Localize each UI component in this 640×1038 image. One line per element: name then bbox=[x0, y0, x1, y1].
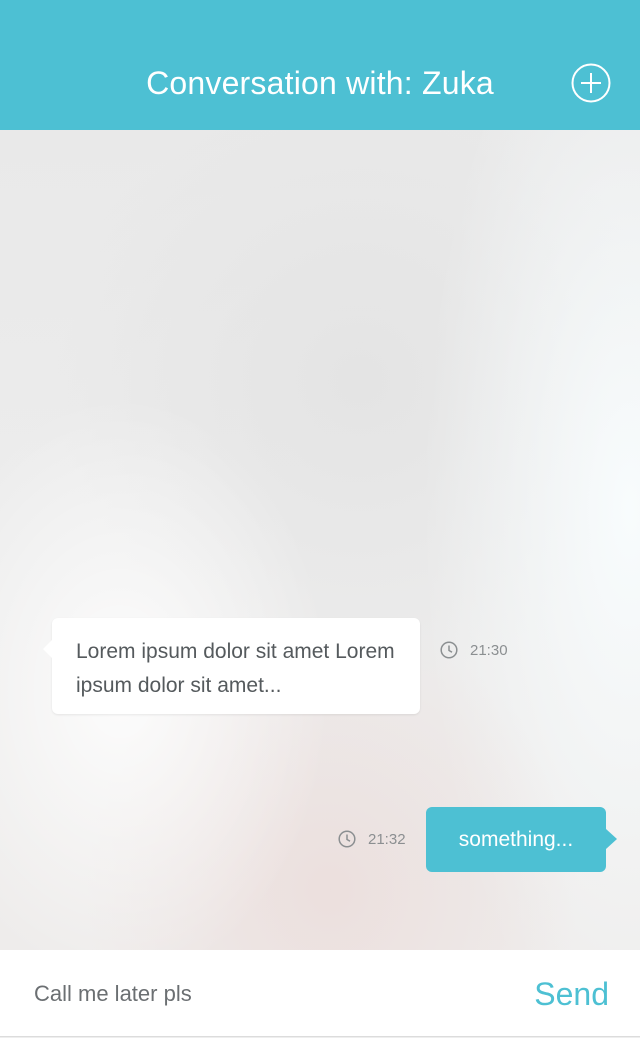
incoming-message-text: Lorem ipsum dolor sit amet Lorem ipsum d… bbox=[76, 640, 395, 697]
outgoing-message-timestamp: 21:32 bbox=[338, 830, 406, 848]
incoming-message-bubble: Lorem ipsum dolor sit amet Lorem ipsum d… bbox=[43, 618, 420, 714]
add-button[interactable] bbox=[571, 63, 611, 103]
outgoing-time-text: 21:32 bbox=[368, 830, 406, 848]
incoming-time-text: 21:30 bbox=[470, 641, 508, 659]
message-input[interactable] bbox=[34, 974, 474, 1014]
outgoing-message-text: something... bbox=[458, 828, 574, 851]
clock-icon bbox=[338, 830, 356, 848]
clock-icon bbox=[440, 641, 458, 659]
message-composer: Send bbox=[0, 950, 640, 1037]
conversation-title: Conversation with: Zuka bbox=[146, 65, 494, 101]
header-bar: Conversation with: Zuka bbox=[0, 0, 640, 130]
plus-circle-icon bbox=[571, 63, 611, 103]
message-list[interactable]: Lorem ipsum dolor sit amet Lorem ipsum d… bbox=[0, 130, 640, 950]
outgoing-message-bubble: something... bbox=[426, 807, 617, 872]
incoming-message-timestamp: 21:30 bbox=[440, 641, 508, 659]
send-button[interactable]: Send bbox=[534, 972, 609, 1016]
